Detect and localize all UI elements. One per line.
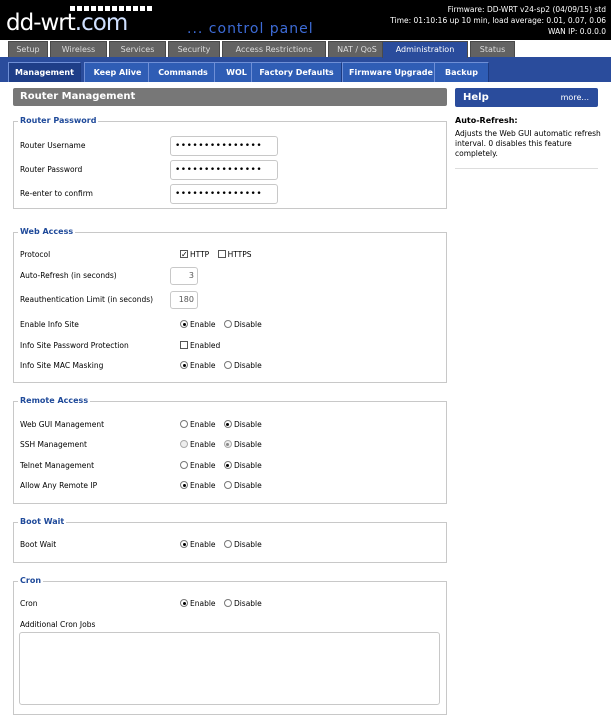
reauth-limit-label: Reauthentication Limit (in seconds) [20,295,154,304]
ssh-disable-radio [223,440,232,448]
firmware-info: Firmware: DD-WRT v24-sp2 (04/09/15) std … [390,4,606,37]
firmware-version: Firmware: DD-WRT v24-sp2 (04/09/15) std [447,5,606,14]
reauth-limit-input[interactable]: 180 [170,291,198,309]
info-site-mac-label: Info Site MAC Masking [20,361,104,370]
auto-refresh-input[interactable]: 3 [170,267,198,285]
tab-setup[interactable]: Setup [8,41,48,57]
mac-masking-disable-label: Disable [233,361,262,370]
boot-wait-disable-label: Disable [233,540,262,549]
boot-wait-disable-radio[interactable] [223,540,232,548]
help-more-link[interactable]: more... [561,88,589,107]
ssh-management-label: SSH Management [20,440,87,449]
ssh-enable-label: Enable [190,440,216,449]
https-checkbox[interactable] [217,250,226,258]
any-ip-disable-label: Disable [233,481,262,490]
subtab-management[interactable]: Management [8,62,81,82]
additional-cron-jobs-label: Additional Cron Jobs [20,620,96,629]
confirm-password-label: Re-enter to confirm [20,189,93,198]
router-username-input[interactable]: ••••••••••••••• [170,136,278,156]
info-site-disable-radio[interactable] [223,320,232,328]
protocol-label: Protocol [20,250,51,259]
subtab-keep-alive[interactable]: Keep Alive [84,62,151,82]
help-header: Help more... [455,88,598,107]
router-username-label: Router Username [20,141,86,150]
telnet-management-label: Telnet Management [20,461,95,470]
cron-enable-label: Enable [190,599,216,608]
info-site-password-checkbox[interactable] [180,341,188,349]
tab-administration[interactable]: Administration [382,41,468,58]
help-title: Help [463,92,489,103]
ssh-disable-label: Disable [233,440,262,449]
telnet-enable-radio[interactable] [180,461,188,469]
info-site-enable-radio[interactable] [180,320,188,328]
router-password-legend: Router Password [18,116,99,126]
tab-nat-qos[interactable]: NAT / QoS [328,41,386,57]
subtab-commands[interactable]: Commands [148,62,218,82]
confirm-password-input[interactable]: ••••••••••••••• [170,184,278,204]
uptime-info: Time: 01:10:16 up 10 min, load average: … [390,16,606,25]
cron-disable-label: Disable [233,599,262,608]
http-checkbox[interactable]: ✓ [180,250,188,259]
boot-wait-enable-radio[interactable] [180,540,188,548]
any-ip-enable-label: Enable [190,481,216,490]
any-ip-enable-radio[interactable] [180,481,188,489]
wan-ip: WAN IP: 0.0.0.0 [547,27,606,36]
web-gui-management-label: Web GUI Management [20,420,105,429]
tab-services[interactable]: Services [109,41,166,57]
webgui-disable-radio[interactable] [223,420,232,428]
control-panel-title: ... control panel [187,21,314,37]
header-bar: dd-wrt.com ... control panel Firmware: D… [0,0,611,40]
router-password-group: Router Password Router Username ••••••••… [13,116,447,209]
router-password-input[interactable]: ••••••••••••••• [170,160,278,180]
any-ip-disable-radio[interactable] [223,481,232,489]
subtab-firmware-upgrade[interactable]: Firmware Upgrade [342,62,440,82]
boot-wait-enable-label: Enable [190,540,216,549]
mac-masking-enable-label: Enable [190,361,216,370]
tab-access-restrictions[interactable]: Access Restrictions [222,41,326,57]
info-site-enable-label: Enable [190,320,216,329]
router-password-label: Router Password [20,165,83,174]
webgui-enable-label: Enable [190,420,216,429]
logo-suffix-text: .com [74,10,128,36]
mac-masking-disable-radio[interactable] [223,361,232,369]
webgui-enable-radio[interactable] [180,420,188,428]
logo-main-text: dd-wrt [6,10,76,36]
telnet-disable-radio[interactable] [223,461,232,469]
page-title: Router Management [13,88,447,106]
help-topic-body: Adjusts the Web GUI automatic refresh in… [455,129,601,158]
boot-wait-group: Boot Wait Boot Wait Enable Disable [13,517,447,563]
webgui-disable-label: Disable [233,420,262,429]
ssh-enable-radio [180,440,188,448]
https-option-label: HTTPS [227,250,252,259]
web-access-group: Web Access Protocol ✓ HTTP HTTPS Auto-Ref… [13,227,447,383]
tab-wireless[interactable]: Wireless [50,41,107,57]
subtab-backup[interactable]: Backup [434,62,489,82]
tab-status[interactable]: Status [470,41,515,57]
telnet-enable-label: Enable [190,461,216,470]
additional-cron-jobs-textarea[interactable] [19,632,440,705]
boot-wait-label: Boot Wait [20,540,57,549]
telnet-disable-label: Disable [233,461,262,470]
help-topic-heading: Auto-Refresh: [455,116,518,125]
allow-any-remote-ip-label: Allow Any Remote IP [20,481,98,490]
remote-access-group: Remote Access Web GUI Management Enable … [13,396,447,504]
tab-security[interactable]: Security [168,41,220,57]
http-option-label: HTTP [190,250,210,259]
cron-label: Cron [20,599,38,608]
cron-disable-radio[interactable] [223,599,232,607]
info-site-password-option: Enabled [190,341,221,350]
info-site-disable-label: Disable [233,320,262,329]
cron-enable-radio[interactable] [180,599,188,607]
cron-legend: Cron [18,576,44,586]
web-access-legend: Web Access [18,227,76,237]
help-divider [455,168,598,169]
boot-wait-legend: Boot Wait [18,517,67,527]
enable-info-site-label: Enable Info Site [20,320,79,329]
remote-access-legend: Remote Access [18,396,91,406]
auto-refresh-label: Auto-Refresh (in seconds) [20,271,117,280]
info-site-password-label: Info Site Password Protection [20,341,129,350]
mac-masking-enable-radio[interactable] [180,361,188,369]
subtab-factory-defaults[interactable]: Factory Defaults [251,62,342,82]
